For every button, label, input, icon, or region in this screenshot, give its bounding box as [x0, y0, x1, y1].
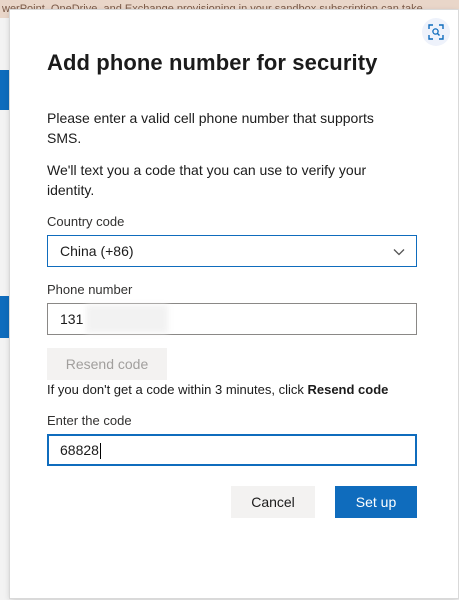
phone-number-label: Phone number	[47, 282, 133, 297]
background-accent-bar	[0, 70, 10, 110]
country-code-label: Country code	[47, 214, 125, 229]
expand-capture-icon[interactable]	[422, 18, 450, 46]
cancel-button[interactable]: Cancel	[231, 486, 315, 518]
resend-hint: If you don't get a code within 3 minutes…	[47, 382, 388, 397]
background-accent-bar	[0, 296, 10, 338]
verify-text: We'll text you a code that you can use t…	[47, 162, 367, 198]
resend-code-button[interactable]: Resend code	[47, 348, 167, 380]
country-code-select[interactable]: China (+86)	[47, 235, 417, 267]
code-input[interactable]: 68828	[47, 434, 417, 466]
country-code-value: China (+86)	[60, 243, 134, 259]
resend-hint-text: If you don't get a code within 3 minutes…	[47, 382, 304, 397]
intro-text: Please enter a valid cell phone number t…	[47, 110, 374, 146]
setup-button[interactable]: Set up	[335, 486, 417, 518]
text-caret	[99, 443, 101, 460]
code-value: 68828	[60, 442, 99, 458]
chevron-down-icon	[393, 249, 405, 256]
dialog-title: Add phone number for security	[47, 50, 378, 75]
resend-hint-link: Resend code	[307, 382, 389, 397]
phone-number-value: 131	[60, 311, 84, 327]
redacted-area	[86, 305, 168, 333]
phone-number-input[interactable]: 131	[47, 303, 417, 335]
enter-code-label: Enter the code	[47, 413, 132, 428]
add-phone-dialog: Add phone number for security Please ent…	[10, 10, 458, 598]
